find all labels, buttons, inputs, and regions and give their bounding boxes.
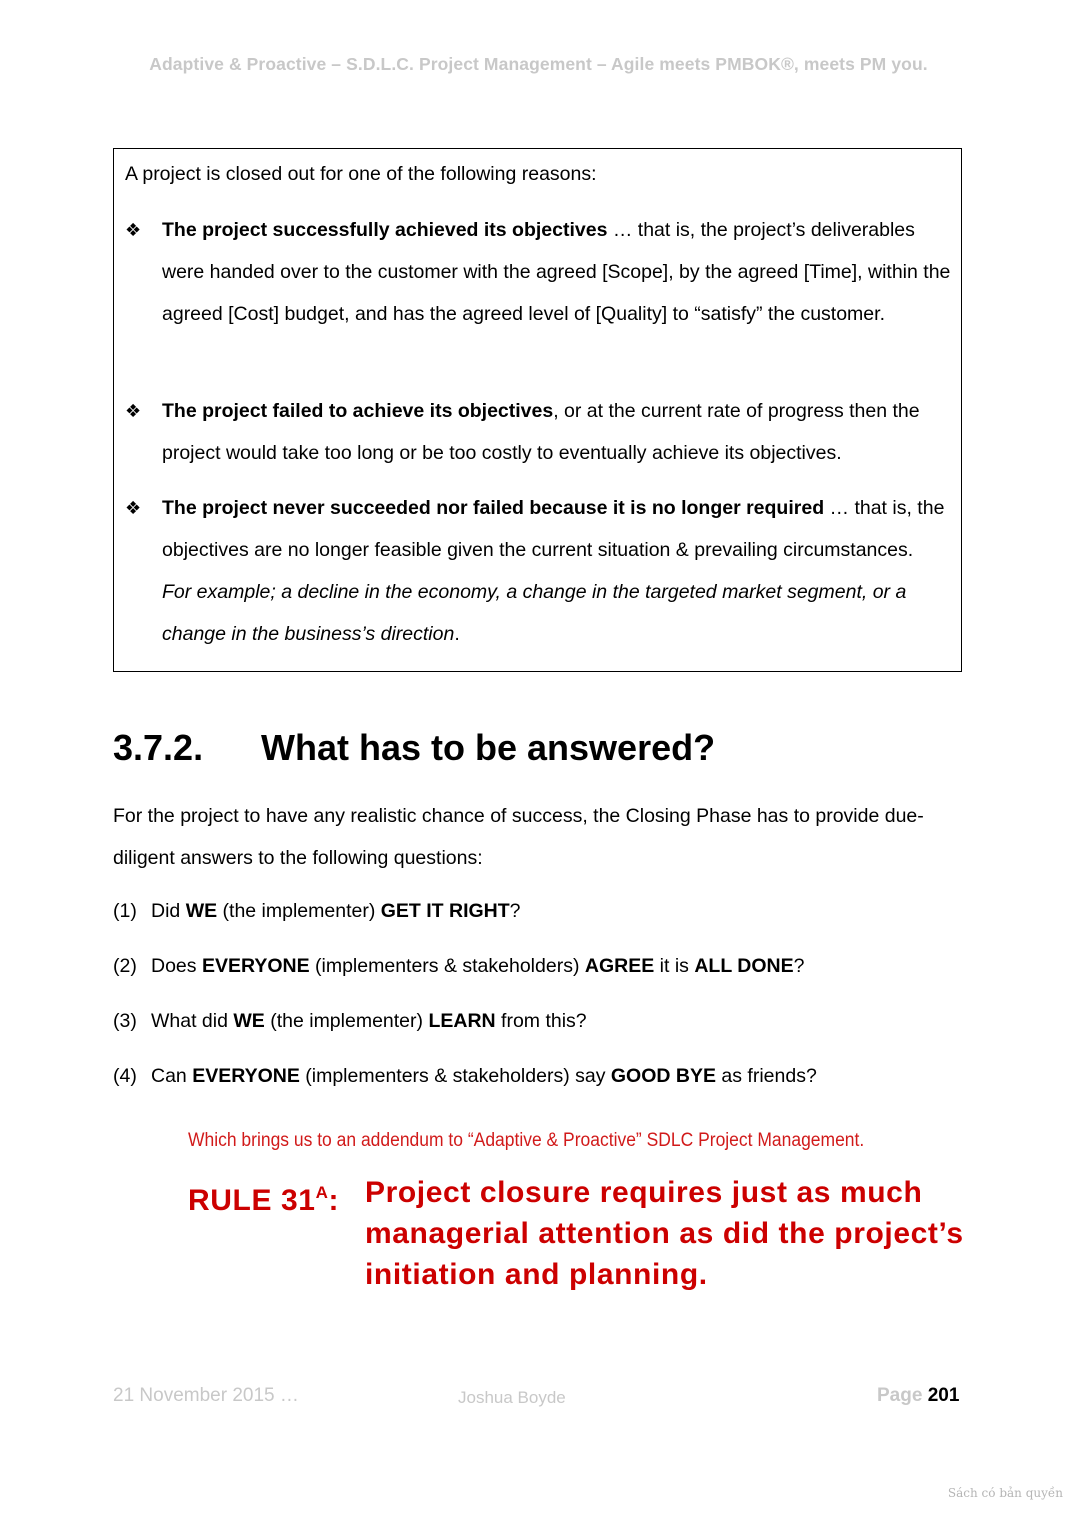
section-title: What has to be answered? [261,727,716,768]
question-keyword: AGREE [584,955,655,977]
question-text: from this? [495,1010,587,1032]
question-text: What did [151,1010,234,1032]
bullet-item: ❖ The project never succeeded nor failed… [125,487,951,655]
question-keyword: WE [185,900,218,922]
question-keyword: EVERYONE [192,1065,300,1087]
bullet-item: ❖ The project failed to achieve its obje… [125,390,951,474]
question-keyword: WE [233,1010,265,1032]
footer-author: Joshua Boyde [458,1388,566,1407]
question-text: (the implementer) [217,900,381,922]
page-label: Page [877,1385,928,1406]
question-number: (4) [113,1065,137,1087]
rule-number: RULE 31 [188,1184,316,1217]
question-number: (2) [113,955,137,977]
question-number: (1) [113,900,137,922]
bullet-end: . [454,623,460,645]
rule-colon: : [328,1184,340,1217]
section-paragraph: For the project to have any realistic ch… [113,805,924,869]
bullet-item: ❖ The project successfully achieved its … [125,209,951,335]
rule-superscript: A [315,1183,329,1202]
question-text: (implementers & stakeholders) [309,955,585,977]
four-diamond-bullet-icon: ❖ [125,498,142,518]
bullet-text: The project successfully achieved its ob… [162,209,951,335]
question-item: (2) Does EVERYONE (implementers & stakeho… [113,955,805,978]
bullet-text: The project failed to achieve its object… [162,390,951,474]
question-text: Can [151,1065,193,1087]
question-text: (implementers & stakeholders) say [299,1065,611,1087]
bullet-bold: The project successfully achieved its ob… [162,219,608,241]
copyright-watermark: Sách có bản quyền [947,1486,1063,1500]
page-number: 201 [927,1385,960,1406]
closure-reasons-box: A project is closed out for one of the f… [113,148,962,672]
question-text: Did [151,900,186,922]
footer-page: Page 201 [877,1385,959,1407]
box-intro: A project is closed out for one of the f… [125,163,597,185]
question-item: (4) Can EVERYONE (implementers & stakehol… [113,1065,817,1088]
question-text: as friends? [715,1065,817,1087]
question-keyword: EVERYONE [201,955,310,977]
question-item: (1) Did WE (the implementer) GET IT RIGHT… [113,900,521,923]
four-diamond-bullet-icon: ❖ [125,220,142,240]
section-heading: 3.7.2. What has to be answered? [113,727,715,769]
footer-date: 21 November 2015 … [113,1385,299,1406]
rule-label: RULE 31A: [188,1172,339,1221]
bullet-bold: The project never succeeded nor failed b… [162,497,825,519]
addendum-note: Which brings us to an addendum to “Adapt… [188,1130,865,1151]
bullet-bold: The project failed to achieve its object… [162,400,554,422]
question-item: (3) What did WE (the implementer) LEARN f… [113,1010,587,1033]
question-keyword: GOOD BYE [610,1065,716,1087]
question-number: (3) [113,1010,137,1032]
running-header: Adaptive & Proactive – S.D.L.C. Project … [149,54,928,74]
question-keyword: LEARN [428,1010,496,1032]
rule-text: Project closure requires just as much ma… [365,1176,964,1291]
question-text: Does [151,955,202,977]
question-text: it is [654,955,695,977]
question-text: ? [793,955,805,977]
four-diamond-bullet-icon: ❖ [125,401,142,421]
question-text: (the implementer) [264,1010,429,1032]
bullet-text: The project never succeeded nor failed b… [162,487,951,655]
question-text: ? [509,900,521,922]
question-keyword: ALL DONE [694,955,794,977]
section-number: 3.7.2. [113,727,204,768]
bullet-example: For example; a decline in the economy, a… [162,581,907,645]
question-keyword: GET IT RIGHT [380,900,510,922]
